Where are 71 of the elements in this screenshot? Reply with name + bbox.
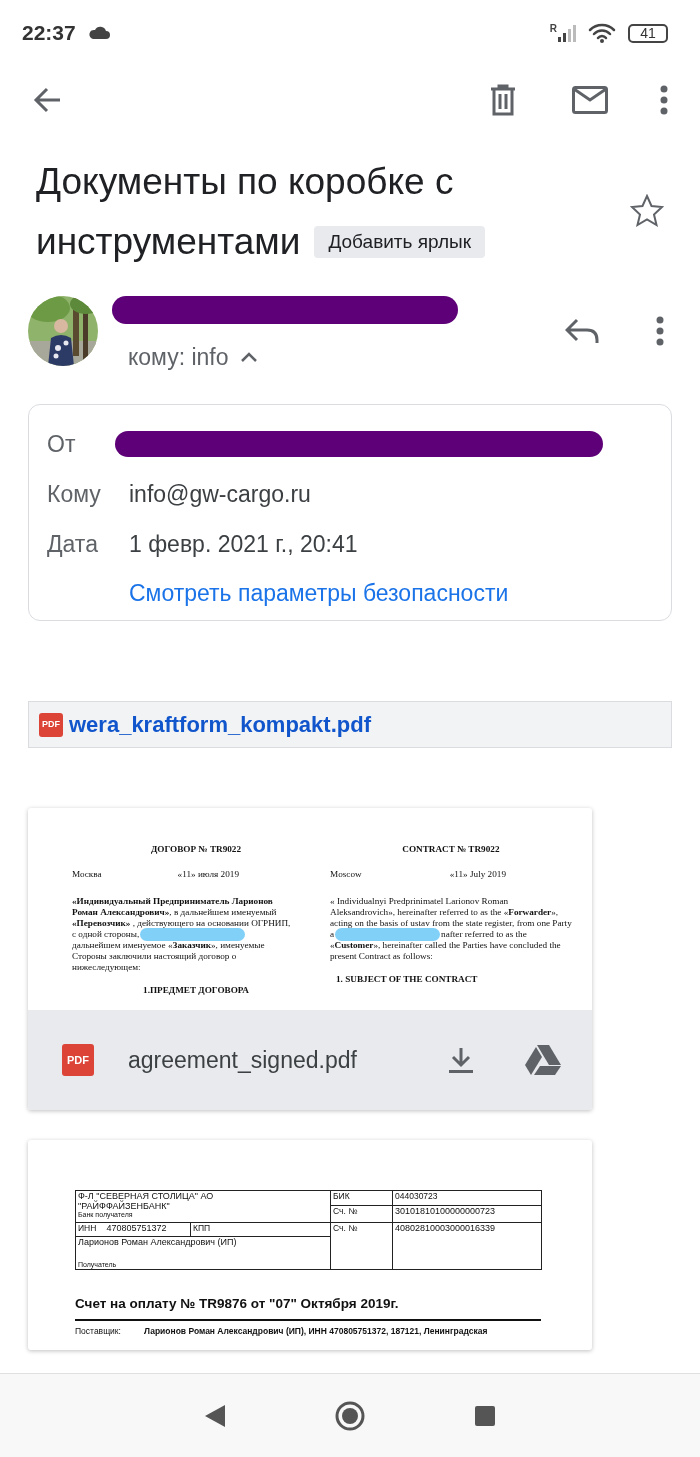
battery-indicator: 41 [628,23,668,43]
document-text: БИК [333,1191,350,1201]
document-text: Ларионов Роман Александрович (ИП) [78,1237,238,1247]
wifi-icon [588,22,616,44]
document-text: "РАЙФФАЙЗЕНБАНК" [78,1201,170,1211]
document-text: nafter referred to as the [441,929,527,940]
download-icon[interactable] [448,1046,474,1074]
document-text: дальнейшем именуемое «Заказчик», именуемые [72,940,265,951]
document-heading: 1. SUBJECT OF THE CONTRACT [336,974,478,985]
back-nav-icon[interactable] [204,1403,227,1428]
document-text: «Индивидуальный Предприниматель Ларионов [72,896,273,907]
home-nav-icon[interactable] [335,1400,365,1431]
recents-nav-icon[interactable] [473,1404,496,1427]
document-text: Moscow [330,869,362,880]
document-text: 470805751372 [106,1223,167,1233]
detail-value: 1 февр. 2021 г., 20:41 [129,529,358,559]
document-text: ИНН [78,1223,97,1233]
attachment-card[interactable] [28,1140,592,1350]
document-text: Сч. № [333,1223,358,1233]
document-text: Москва [72,869,102,880]
trash-icon[interactable] [490,84,516,116]
mail-icon[interactable] [572,86,608,114]
more-options-icon[interactable] [656,316,664,346]
document-text: Роман Александрович», в дальнейшем именуемый [72,907,277,918]
email-subject: Документы по коробке с инструментами Добавить ярлык [36,152,626,272]
roaming-indicator: R [549,24,557,34]
detail-label: Кому [47,479,102,509]
detail-value: info@gw-cargo.ru [129,479,311,509]
add-label-chip[interactable]: Добавить ярлык [314,226,485,258]
reply-icon[interactable] [565,318,599,344]
drive-icon[interactable] [524,1044,562,1076]
document-text: acting on the basis of ustav from the state register, from one Party [330,918,572,929]
document-heading: 1.ПРЕДМЕТ ДОГОВОРА [143,985,249,996]
document-text: « Individualnyi Predprinimatel Larionov Roman [330,896,509,907]
document-text: «11» июля 2019 [177,869,239,880]
star-outline-icon[interactable] [630,194,664,228]
document-text: «11» July 2019 [449,869,506,880]
file-name: agreement_signed.pdf [128,1045,358,1075]
document-text: present Contract as follows: [330,951,433,962]
attachment-card[interactable] [28,808,592,1110]
more-options-icon[interactable] [660,85,668,115]
document-text: Сч. № [333,1206,358,1216]
document-text: a [330,929,335,940]
document-text: КПП [193,1223,211,1233]
document-text: с одной стороны, [72,929,140,940]
pdf-icon: PDF [39,712,63,737]
document-text: Поставщик: [75,1325,122,1338]
document-text: «Перевозчик» , действующего на основании ОГРНИП, [72,918,291,929]
document-text: «Customer», hereinafter called the Parties have concluded the [330,940,561,951]
document-text: Aleksandrovich», hereinafter referred to as the «Forwarder», [330,907,559,918]
recipient-summary: кому: info [128,343,229,372]
document-text: 40802810003000016339 [395,1223,496,1233]
document-title: Счет на оплату № TR9876 от "07" Октября 2019г. [75,1295,400,1313]
detail-label: Дата [47,529,99,559]
chevron-up-icon[interactable] [240,352,257,363]
document-text: Ф-Л "СЕВЕРНАЯ СТОЛИЦА" АО [78,1191,215,1201]
document-title: ДОГОВОР № TR9022 [150,844,242,855]
clock-time: 22:37 [22,20,76,47]
document-text: нижеследующем: [72,962,141,973]
document-text: 30101810100000000723 [395,1206,496,1216]
attachment-link[interactable]: wera_kraftform_kompakt.pdf [69,708,371,741]
signal-icon [558,24,576,42]
document-text: 044030723 [395,1191,438,1201]
document-text: Стороны заключили настоящий договор о [72,951,237,962]
security-link[interactable]: Смотреть параметры безопасности [129,575,509,611]
detail-label: От [47,429,77,459]
cloud-icon [87,26,110,40]
pdf-icon: PDF [62,1044,94,1076]
back-arrow-icon[interactable] [32,85,62,115]
document-text: Ларионов Роман Александрович (ИП), ИНН 470805751372, 187121, Ленинградская [144,1325,488,1338]
document-title: CONTRACT № TR9022 [402,844,500,855]
